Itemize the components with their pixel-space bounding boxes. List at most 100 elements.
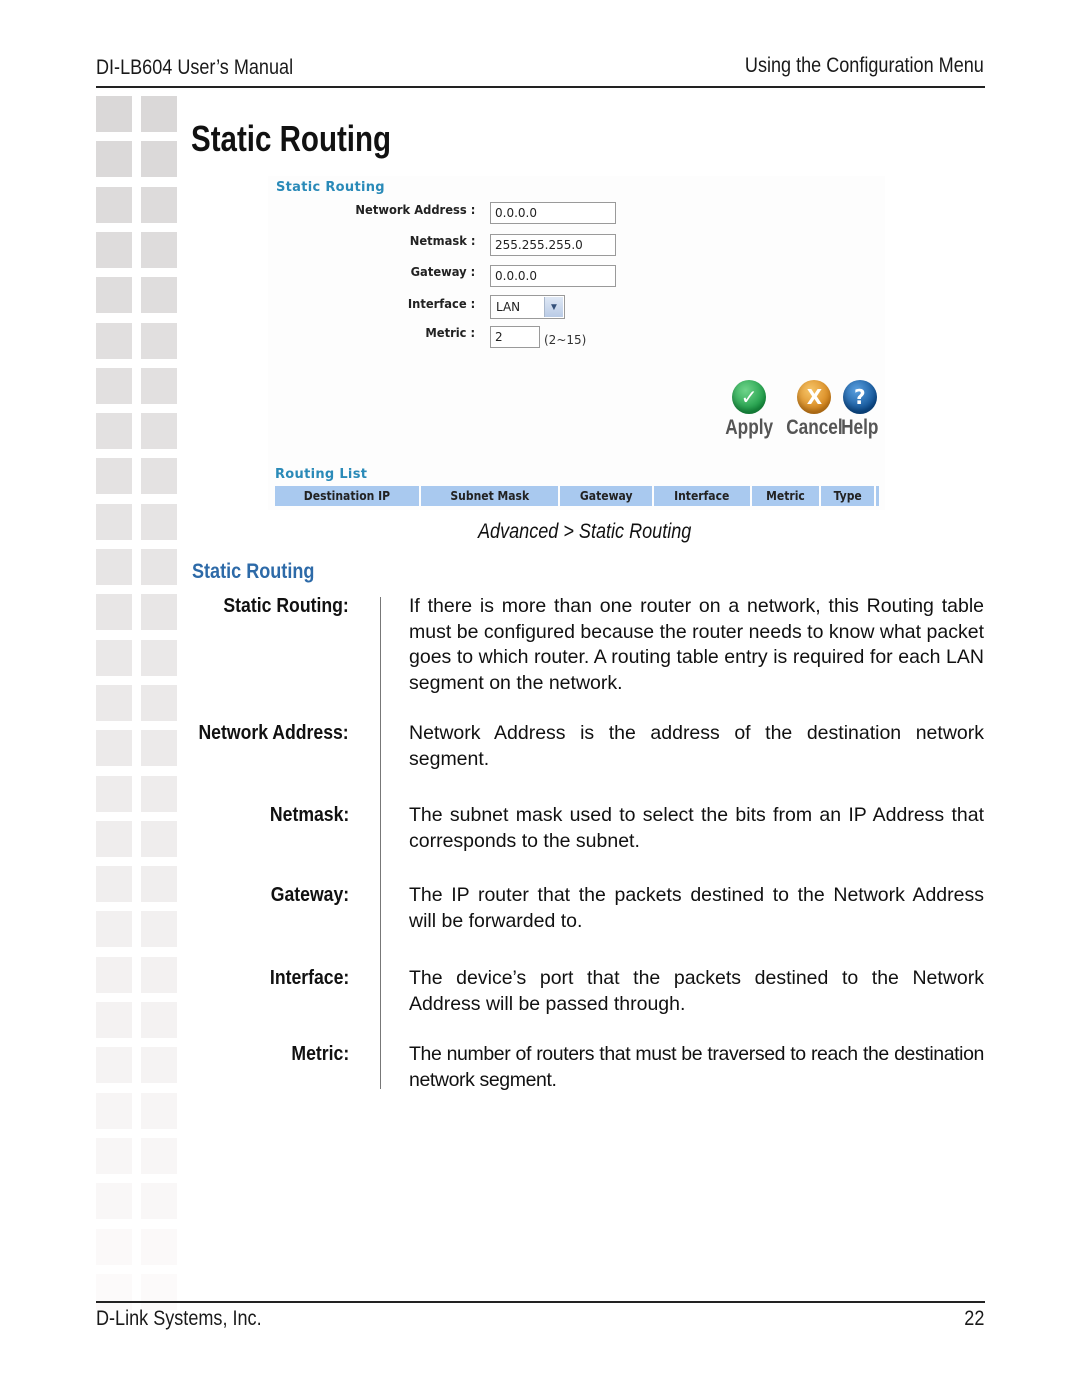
description-netmask: The subnet mask used to select the bits … [409,804,984,852]
term-metric: Metric: [291,1042,349,1065]
definitions-divider [380,597,381,1089]
decorative-square [141,820,177,857]
decorative-square [96,1273,132,1310]
chevron-down-icon[interactable]: ▼ [544,297,563,317]
decorative-square [96,684,132,721]
decorative-square [96,1002,132,1038]
network-address-label: Network Address : [355,202,475,217]
column-label: Type [833,489,862,503]
decorative-square [96,322,132,359]
decorative-square [96,367,132,404]
interface-select[interactable]: LAN ▼ [490,295,565,319]
decorative-square [141,231,177,268]
screenshot-caption: Advanced > Static Routing [478,520,692,543]
metric-input[interactable]: 2 [490,326,540,348]
decorative-square [141,549,177,585]
decorative-square [96,820,132,857]
decorative-square [96,549,132,585]
decorative-square [141,594,177,631]
decorative-square [141,277,177,314]
form-heading: Static Routing [276,180,385,195]
decorative-square [141,1273,177,1310]
decorative-square [141,1183,177,1220]
decorative-square [141,413,177,450]
column-header-gateway[interactable]: Gateway [560,486,654,506]
term-gateway: Gateway: [270,883,349,906]
decorative-square [96,1047,132,1084]
decorative-square [96,594,132,631]
term-static-routing: Static Routing: [223,594,349,617]
decorative-square [141,684,177,721]
table-header-edge [876,486,879,506]
decorative-square [96,503,132,540]
decorative-square [141,730,177,767]
column-label: Metric [766,489,805,503]
manual-title: DI-LB604 User’s Manual [96,56,294,79]
decorative-square [96,277,132,314]
decorative-square [96,231,132,268]
description-static-routing: If there is more than one router on a ne… [409,595,984,694]
decorative-square [96,1092,132,1129]
decorative-square [141,96,177,132]
decorative-square [96,639,132,676]
decorative-square [141,458,177,495]
decorative-square [96,866,132,903]
decorative-square [141,639,177,676]
apply-label: Apply [725,416,774,439]
help-question-icon: ? [842,380,877,414]
footer-divider [96,1301,985,1303]
column-header-destination-ip[interactable]: Destination IP [275,486,421,506]
decorative-square [96,730,132,767]
section-heading: Static Routing [192,560,315,583]
decorative-square [96,413,132,450]
term-netmask: Netmask: [269,803,349,826]
routing-list-heading: Routing List [275,467,368,482]
column-label: Gateway [579,489,633,503]
netmask-input[interactable]: 255.255.255.0 [490,234,616,256]
decorative-square [96,1228,132,1265]
network-address-input[interactable]: 0.0.0.0 [490,202,616,224]
metric-range-hint: (2~15) [544,333,587,347]
decorative-square [141,775,177,812]
page-number: 22 [963,1307,984,1330]
term-interface: Interface: [269,966,349,989]
decorative-square [141,141,177,178]
decorative-square [96,956,132,993]
decorative-square [96,775,132,812]
column-label: Subnet Mask [450,489,529,503]
help-label: Help [841,416,879,439]
page-title: Static Routing [191,118,392,159]
column-label: Destination IP [303,489,391,503]
decorative-square [141,367,177,404]
decorative-square [96,911,132,948]
description-metric: The number of routers that must be trave… [409,1043,984,1091]
decorative-square [96,141,132,178]
column-header-subnet-mask[interactable]: Subnet Mask [421,486,560,506]
static-routing-screenshot: Static Routing Network Address : 0.0.0.0… [268,176,885,510]
decorative-square [96,1137,132,1174]
routing-list-table-header: Destination IP Subnet Mask Gateway Inter… [275,486,879,506]
decorative-square [141,1228,177,1265]
checkmark-icon: ✓ [732,380,767,414]
decorative-square [141,911,177,948]
column-label: Interface [674,489,730,503]
decorative-square [141,503,177,540]
decorative-square [141,1047,177,1084]
decorative-square [141,1137,177,1174]
column-header-metric[interactable]: Metric [752,486,821,506]
decorative-square [141,1002,177,1038]
column-header-type[interactable]: Type [821,486,876,506]
gateway-input[interactable]: 0.0.0.0 [490,265,616,287]
cancel-label: Cancel [786,416,843,439]
gateway-label: Gateway : [410,264,475,279]
decorative-square [96,186,132,223]
apply-button[interactable]: ✓ Apply [720,380,778,440]
column-header-interface[interactable]: Interface [654,486,752,506]
company-name: D-Link Systems, Inc. [96,1307,262,1330]
decorative-square [141,1092,177,1129]
interface-selected-value: LAN [496,300,521,314]
chapter-title: Using the Configuration Menu [745,54,984,77]
metric-label: Metric : [425,325,475,340]
help-button[interactable]: ? Help [837,380,883,440]
decorative-square [141,956,177,993]
